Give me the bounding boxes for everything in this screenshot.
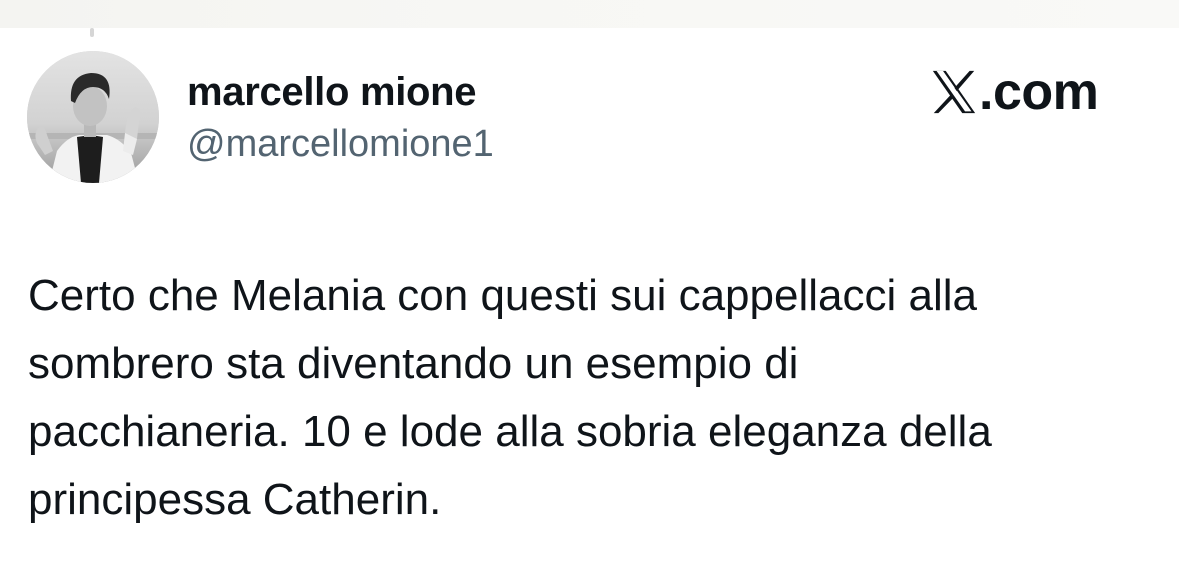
tweet-line: Certo che Melania con questi sui cappell… — [28, 271, 977, 320]
avatar[interactable] — [27, 51, 159, 183]
scroll-indicator — [90, 28, 94, 37]
tweet-line: pacchianeria. 10 e lode alla sobria eleg… — [28, 407, 992, 456]
brand-logo: .com — [931, 63, 1099, 121]
user-handle[interactable]: @marcellomione1 — [187, 123, 494, 166]
avatar-photo — [27, 51, 159, 183]
display-name[interactable]: marcello mione — [187, 70, 477, 115]
tweet-line: sombrero sta diventando un esempio di — [28, 339, 799, 388]
tweet-text: Certo che Melania con questi sui cappell… — [28, 262, 1158, 534]
x-logo-icon — [932, 70, 976, 114]
brand-domain-text: .com — [979, 63, 1099, 121]
top-background-strip — [0, 0, 1179, 28]
tweet-line: principessa Catherin. — [28, 475, 442, 524]
